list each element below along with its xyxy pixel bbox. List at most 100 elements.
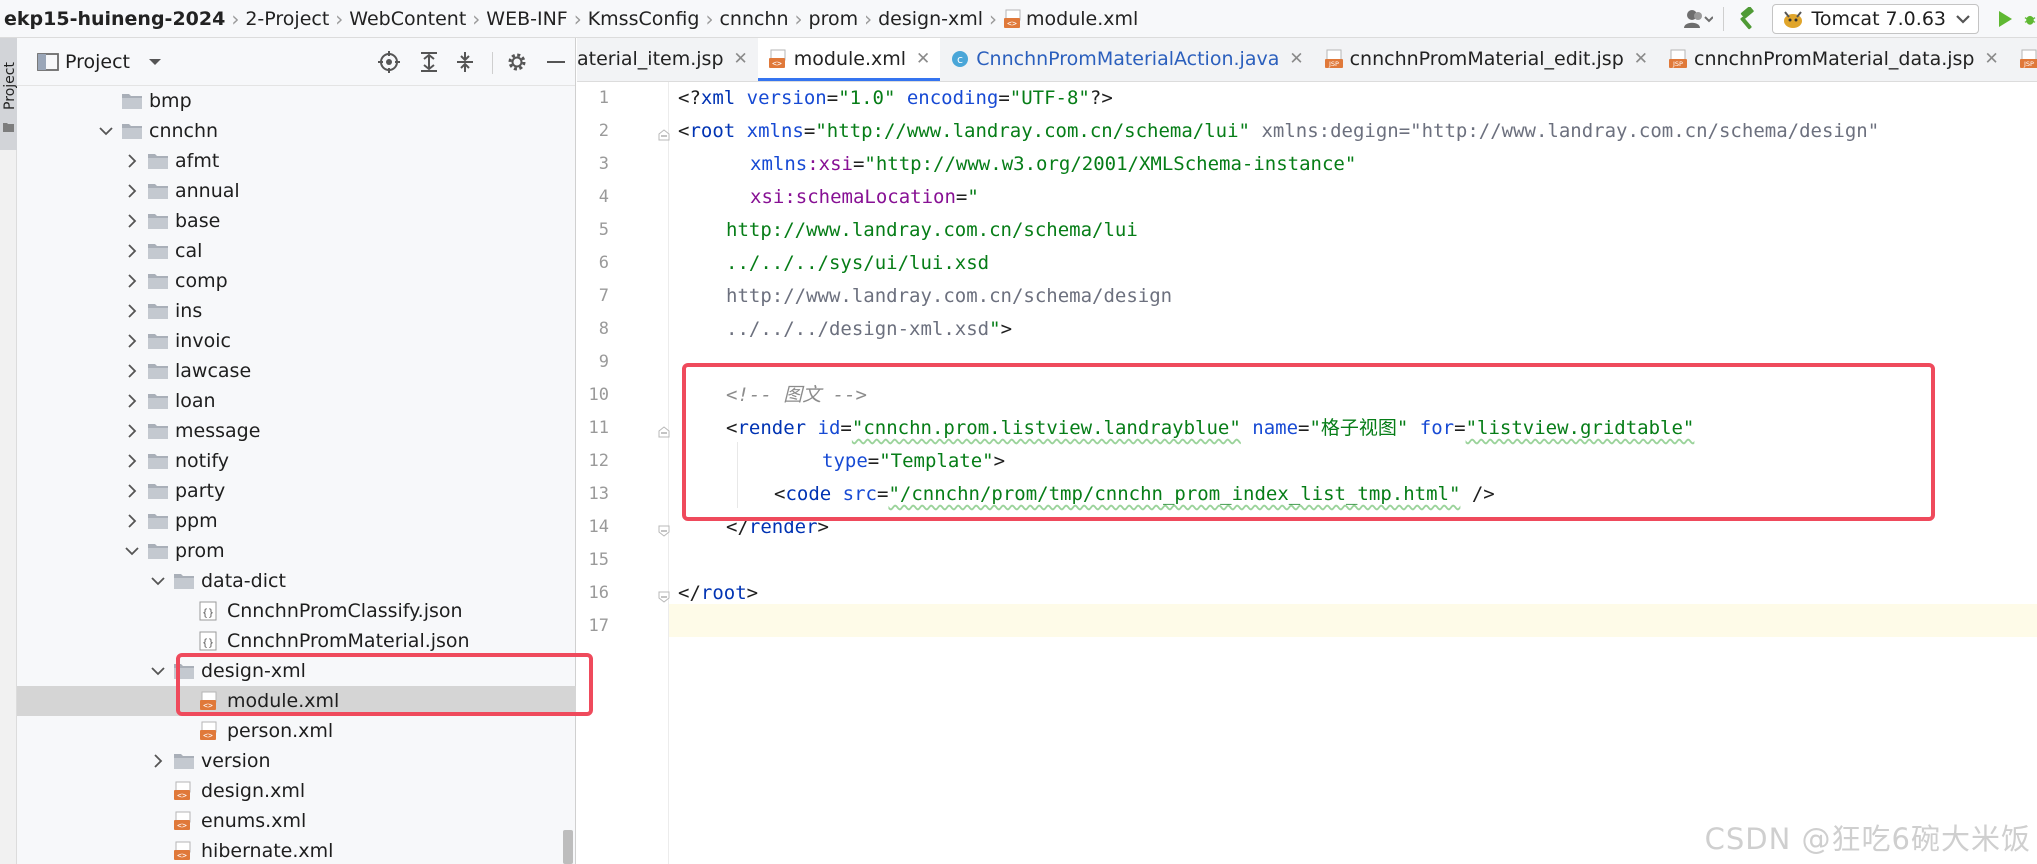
- chevron-right-icon[interactable]: [125, 154, 139, 168]
- tree-item[interactable]: afmt: [17, 146, 576, 176]
- editor-tab[interactable]: JSPcnnchnP: [2009, 38, 2037, 81]
- collapse-all-icon[interactable]: [453, 50, 477, 74]
- tree-item[interactable]: bmp: [17, 86, 576, 116]
- tree-scrollbar[interactable]: [563, 830, 573, 864]
- chevron-down-icon[interactable]: [99, 124, 113, 138]
- breadcrumb-item[interactable]: <> module.xml: [1003, 8, 1138, 30]
- user-icon[interactable]: [1677, 0, 1719, 38]
- tree-item[interactable]: <> person.xml: [17, 716, 576, 746]
- breadcrumb-item[interactable]: KmssConfig: [588, 8, 700, 30]
- folder-icon: [173, 571, 195, 591]
- breadcrumb-item[interactable]: cnnchn: [719, 8, 788, 30]
- chevron-right-icon[interactable]: [125, 334, 139, 348]
- chevron-right-icon[interactable]: [125, 304, 139, 318]
- editor-tab[interactable]: aterial_item.jsp ✕: [577, 38, 758, 81]
- close-icon[interactable]: ✕: [734, 49, 748, 69]
- tree-item[interactable]: cal: [17, 236, 576, 266]
- project-tool-window-tab[interactable]: Project: [0, 38, 18, 150]
- code-line-11: <render id="cnnchn.prom.listview.landray…: [726, 412, 1694, 445]
- editor-tab[interactable]: JSP cnnchnPromMaterial_edit.jsp ✕: [1314, 38, 1658, 81]
- editor-tab[interactable]: c CnnchnPromMaterialAction.java ✕: [940, 38, 1313, 81]
- code-token: </: [726, 516, 749, 538]
- breadcrumb-separator: ›: [794, 6, 803, 31]
- tree-item[interactable]: party: [17, 476, 576, 506]
- breadcrumb-item[interactable]: WebContent: [349, 8, 466, 30]
- chevron-down-icon[interactable]: [151, 664, 165, 678]
- chevron-right-icon[interactable]: [125, 394, 139, 408]
- breadcrumb-item[interactable]: 2-Project: [245, 8, 329, 30]
- line-number: 16: [588, 583, 609, 603]
- tree-item[interactable]: loan: [17, 386, 576, 416]
- code-token: "格子视图": [1309, 417, 1409, 439]
- code-line-13: <code src="/cnnchn/prom/tmp/cnnchn_prom_…: [774, 478, 1495, 511]
- breadcrumb-item[interactable]: WEB-INF: [486, 8, 567, 30]
- tree-item[interactable]: design-xml: [17, 656, 576, 686]
- chevron-right-icon[interactable]: [125, 514, 139, 528]
- chevron-right-icon[interactable]: [125, 424, 139, 438]
- tree-item[interactable]: ppm: [17, 506, 576, 536]
- code-token: xsi: [750, 186, 785, 208]
- tree-item[interactable]: <> design.xml: [17, 776, 576, 806]
- json-file-icon: {}: [199, 601, 221, 621]
- tree-item[interactable]: annual: [17, 176, 576, 206]
- breadcrumb-item[interactable]: prom: [809, 8, 859, 30]
- chevron-right-icon[interactable]: [125, 454, 139, 468]
- code-token: =: [998, 87, 1010, 109]
- code-line-12: type="Template">: [822, 445, 1005, 478]
- tree-item[interactable]: cnnchn: [17, 116, 576, 146]
- tree-item[interactable]: invoic: [17, 326, 576, 356]
- locate-file-icon[interactable]: [377, 50, 401, 74]
- folder-icon: [147, 211, 169, 231]
- code-token: "http://www.landray.com.cn/schema/lui": [815, 120, 1250, 142]
- editor-tab[interactable]: <> module.xml ✕: [757, 38, 941, 81]
- expand-all-icon[interactable]: [417, 50, 441, 74]
- close-icon[interactable]: ✕: [1289, 49, 1303, 69]
- code-token: "1.0": [838, 87, 896, 109]
- chevron-right-icon[interactable]: [125, 364, 139, 378]
- editor-tab[interactable]: JSP cnnchnPromMaterial_data.jsp ✕: [1658, 38, 2009, 81]
- code-token: ": [967, 186, 979, 208]
- chevron-right-icon[interactable]: [125, 184, 139, 198]
- chevron-right-icon[interactable]: [125, 244, 139, 258]
- close-icon[interactable]: ✕: [1985, 49, 1999, 69]
- run-config-label: Tomcat 7.0.63: [1811, 8, 1946, 30]
- tree-item[interactable]: data-dict: [17, 566, 576, 596]
- line-number: 15: [588, 550, 609, 570]
- code-area[interactable]: <?xml version="1.0" encoding="UTF-8"?> <…: [669, 82, 2037, 864]
- close-icon[interactable]: ✕: [1634, 49, 1648, 69]
- breadcrumb-item[interactable]: ekp15-huineng-2024: [4, 8, 225, 30]
- debug-icon[interactable]: [2023, 0, 2037, 38]
- tree-item[interactable]: lawcase: [17, 356, 576, 386]
- tree-item[interactable]: comp: [17, 266, 576, 296]
- minimize-icon[interactable]: [545, 50, 567, 74]
- close-icon[interactable]: ✕: [916, 49, 930, 69]
- run-icon[interactable]: [1987, 0, 2023, 38]
- tree-item-label: version: [201, 750, 271, 772]
- jsp-file-icon: JSP: [1324, 49, 1344, 69]
- run-configuration-selector[interactable]: Tomcat 7.0.63: [1772, 4, 1979, 34]
- chevron-down-icon[interactable]: [148, 57, 162, 67]
- chevron-right-icon[interactable]: [125, 274, 139, 288]
- tree-item[interactable]: prom: [17, 536, 576, 566]
- chevron-right-icon[interactable]: [125, 484, 139, 498]
- tree-item[interactable]: {} CnnchnPromClassify.json: [17, 596, 576, 626]
- tree-item[interactable]: message: [17, 416, 576, 446]
- tree-item[interactable]: {} CnnchnPromMaterial.json: [17, 626, 576, 656]
- tree-item[interactable]: ins: [17, 296, 576, 326]
- build-hammer-icon[interactable]: [1728, 0, 1764, 38]
- folder-icon: [147, 481, 169, 501]
- tree-item[interactable]: base: [17, 206, 576, 236]
- tree-item[interactable]: <> enums.xml: [17, 806, 576, 836]
- tree-item[interactable]: <> module.xml: [17, 686, 576, 716]
- chevron-right-icon[interactable]: [151, 754, 165, 768]
- chevron-down-icon[interactable]: [151, 574, 165, 588]
- gear-icon[interactable]: [505, 50, 529, 74]
- chevron-right-icon[interactable]: [125, 214, 139, 228]
- code-token: for: [1408, 417, 1455, 439]
- tree-item[interactable]: notify: [17, 446, 576, 476]
- breadcrumb-item[interactable]: design-xml: [878, 8, 983, 30]
- chevron-down-icon[interactable]: [125, 544, 139, 558]
- tree-item[interactable]: <> hibernate.xml: [17, 836, 576, 864]
- project-panel-title[interactable]: Project: [65, 51, 130, 73]
- tree-item[interactable]: version: [17, 746, 576, 776]
